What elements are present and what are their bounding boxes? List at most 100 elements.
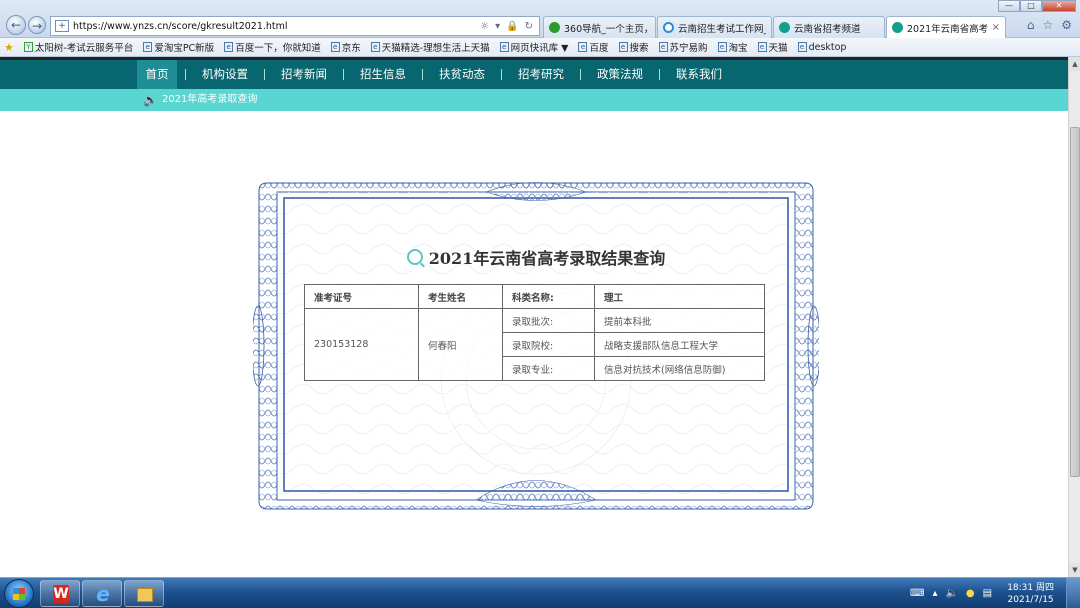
forward-icon[interactable]: → — [28, 16, 46, 34]
fav-item[interactable]: Y 太阳树-考试云服务平台 — [23, 40, 133, 54]
breadcrumb: 🔈 2021年高考录取查询 — [143, 89, 257, 111]
security-icon[interactable]: ● — [966, 588, 975, 599]
address-bar[interactable]: + https://www.ynzs.cn/score/gkresult2021… — [50, 16, 540, 36]
maximize-button[interactable]: □ — [1020, 0, 1042, 12]
taskbar-explorer-app[interactable] — [124, 580, 164, 607]
tab-result-active[interactable]: 2021年云南省高考录... × — [886, 16, 1006, 38]
tab-favicon — [892, 22, 903, 33]
nav-home[interactable]: 首页 — [137, 60, 177, 89]
compat-icon[interactable]: ☼ — [480, 21, 489, 32]
tab-ynzs-360[interactable]: 云南招生考试工作网_360... — [657, 16, 772, 38]
nav-separator — [343, 69, 344, 80]
tab-360-nav[interactable]: 360导航_一个主页，整个... — [543, 16, 656, 38]
category-value: 理工 — [594, 284, 765, 309]
site-main-nav: 首页 机构设置 招考新闻 招生信息 扶贫动态 招考研究 政策法规 联系我们 — [0, 57, 1068, 89]
fav-label: 天猫精选-理想生活上天猫 — [381, 43, 490, 54]
fav-item[interactable]: e 百度 — [578, 40, 609, 54]
table-row: 230153128 何春阳 录取批次: 提前本科批 — [304, 308, 765, 381]
favorites-icon[interactable]: ★ — [4, 41, 14, 54]
nav-separator — [185, 69, 186, 80]
nav-admissions[interactable]: 招生信息 — [353, 60, 413, 89]
fav-item[interactable]: e 天猫精选-理想生活上天猫 — [370, 40, 490, 54]
tab-favicon — [779, 22, 790, 33]
nav-news[interactable]: 招考新闻 — [274, 60, 334, 89]
vertical-scrollbar[interactable]: ▲ ▼ — [1068, 57, 1080, 577]
refresh-icon[interactable]: ↻ — [525, 21, 533, 32]
ie-page-icon: e — [717, 42, 727, 52]
tree-icon: Y — [23, 42, 33, 52]
table-row: 准考证号 考生姓名 科类名称: 理工 — [304, 284, 765, 309]
network-icon[interactable]: ▤ — [983, 588, 992, 599]
system-tray: ⌨ ▴ 🔈 ● ▤ 18:31 周四 2021/7/15 — [900, 578, 1080, 608]
fav-label: 搜索 — [629, 43, 649, 54]
wps-icon: W — [53, 585, 69, 603]
minimize-button[interactable]: — — [998, 0, 1020, 12]
show-desktop-button[interactable] — [1066, 578, 1080, 608]
fav-label: 京东 — [341, 43, 361, 54]
ie-page-icon: e — [330, 42, 340, 52]
ie-page-icon: e — [578, 42, 588, 52]
tab-label: 360导航_一个主页，整个... — [564, 23, 650, 35]
nav-contact[interactable]: 联系我们 — [669, 60, 729, 89]
tab-close-icon[interactable]: × — [992, 22, 1000, 33]
nav-organization[interactable]: 机构设置 — [195, 60, 255, 89]
taskbar-wps-app[interactable]: W — [40, 580, 80, 607]
batch-value: 提前本科批 — [594, 308, 765, 333]
tab-label: 云南招生考试工作网_360... — [678, 23, 766, 35]
home-icon[interactable]: ⌂ — [1027, 18, 1035, 32]
favorites-star-icon[interactable]: ☆ — [1042, 18, 1053, 32]
nav-policy[interactable]: 政策法规 — [590, 60, 650, 89]
nav-separator — [422, 69, 423, 80]
keyboard-icon[interactable]: ⌨ — [910, 588, 924, 599]
college-value: 战略支援部队信息工程大学 — [594, 332, 765, 357]
scroll-up-icon[interactable]: ▲ — [1069, 57, 1080, 71]
admission-result-table: 准考证号 考生姓名 科类名称: 理工 230153128 何春阳 录取批次: 提… — [304, 284, 765, 381]
ie-page-icon: e — [499, 42, 509, 52]
taskbar-ie-app[interactable]: e — [82, 580, 122, 607]
nav-research[interactable]: 招考研究 — [511, 60, 571, 89]
browser-right-icons: ⌂ ☆ ⚙ — [1027, 18, 1072, 32]
fav-item[interactable]: e 淘宝 — [717, 40, 748, 54]
major-label: 录取专业: — [502, 356, 595, 381]
scroll-thumb[interactable] — [1070, 127, 1080, 477]
back-icon[interactable]: ← — [6, 15, 26, 35]
search-magnifier-icon — [406, 249, 423, 265]
college-label: 录取院校: — [502, 332, 595, 357]
gear-icon[interactable]: ⚙ — [1061, 18, 1072, 32]
header-category: 科类名称: — [502, 284, 595, 309]
close-button[interactable]: ✕ — [1042, 0, 1076, 12]
fav-label: 百度 — [589, 43, 609, 54]
page-icon: + — [55, 20, 69, 32]
breadcrumb-label[interactable]: 2021年高考录取查询 — [162, 89, 257, 111]
nav-separator — [580, 69, 581, 80]
sub-nav: 🔈 2021年高考录取查询 — [0, 89, 1068, 111]
tray-expand-icon[interactable]: ▴ — [932, 588, 937, 599]
scroll-down-icon[interactable]: ▼ — [1069, 563, 1080, 577]
start-button[interactable] — [4, 579, 34, 608]
certificate-content: 2021年云南省高考录取结果查询 准考证号 考生姓名 科类名称: 理工 2301… — [284, 197, 788, 489]
dropdown-icon[interactable]: ▾ — [495, 21, 500, 32]
tab-favicon — [663, 22, 674, 33]
nav-poverty-relief[interactable]: 扶贫动态 — [432, 60, 492, 89]
batch-label: 录取批次: — [502, 308, 595, 333]
fav-item[interactable]: e 百度一下，你就知道 — [224, 40, 321, 54]
url-text[interactable]: https://www.ynzs.cn/score/gkresult2021.h… — [73, 21, 476, 32]
fav-item[interactable]: e 搜索 — [618, 40, 649, 54]
address-tools: ☼ ▾ 🔒 ↻ — [480, 21, 539, 32]
ie-page-icon: e — [658, 42, 668, 52]
fav-item[interactable]: e 苏宁易购 — [658, 40, 708, 54]
clock-time: 18:31 周四 — [1007, 582, 1054, 593]
fav-item[interactable]: e 爱淘宝PC新版 — [143, 40, 214, 54]
fav-item[interactable]: e desktop — [797, 42, 846, 53]
favorites-bar: ★ Y 太阳树-考试云服务平台 e 爱淘宝PC新版 e 百度一下，你就知道 e 京东 e… — [0, 38, 1080, 57]
fav-item[interactable]: e 京东 — [330, 40, 361, 54]
fav-label: 淘宝 — [728, 43, 748, 54]
nav-separator — [501, 69, 502, 80]
volume-icon[interactable]: 🔈 — [945, 588, 957, 599]
fav-item[interactable]: e 网页快讯库 ▼ — [499, 40, 568, 54]
ie-page-icon: e — [618, 42, 628, 52]
browser-titlebar: ← → + https://www.ynzs.cn/score/gkresult… — [0, 0, 1080, 38]
tab-yn-channel[interactable]: 云南省招考频道 — [773, 16, 885, 38]
lock-icon[interactable]: 🔒 — [506, 21, 518, 32]
fav-item[interactable]: e 天猫 — [757, 40, 788, 54]
